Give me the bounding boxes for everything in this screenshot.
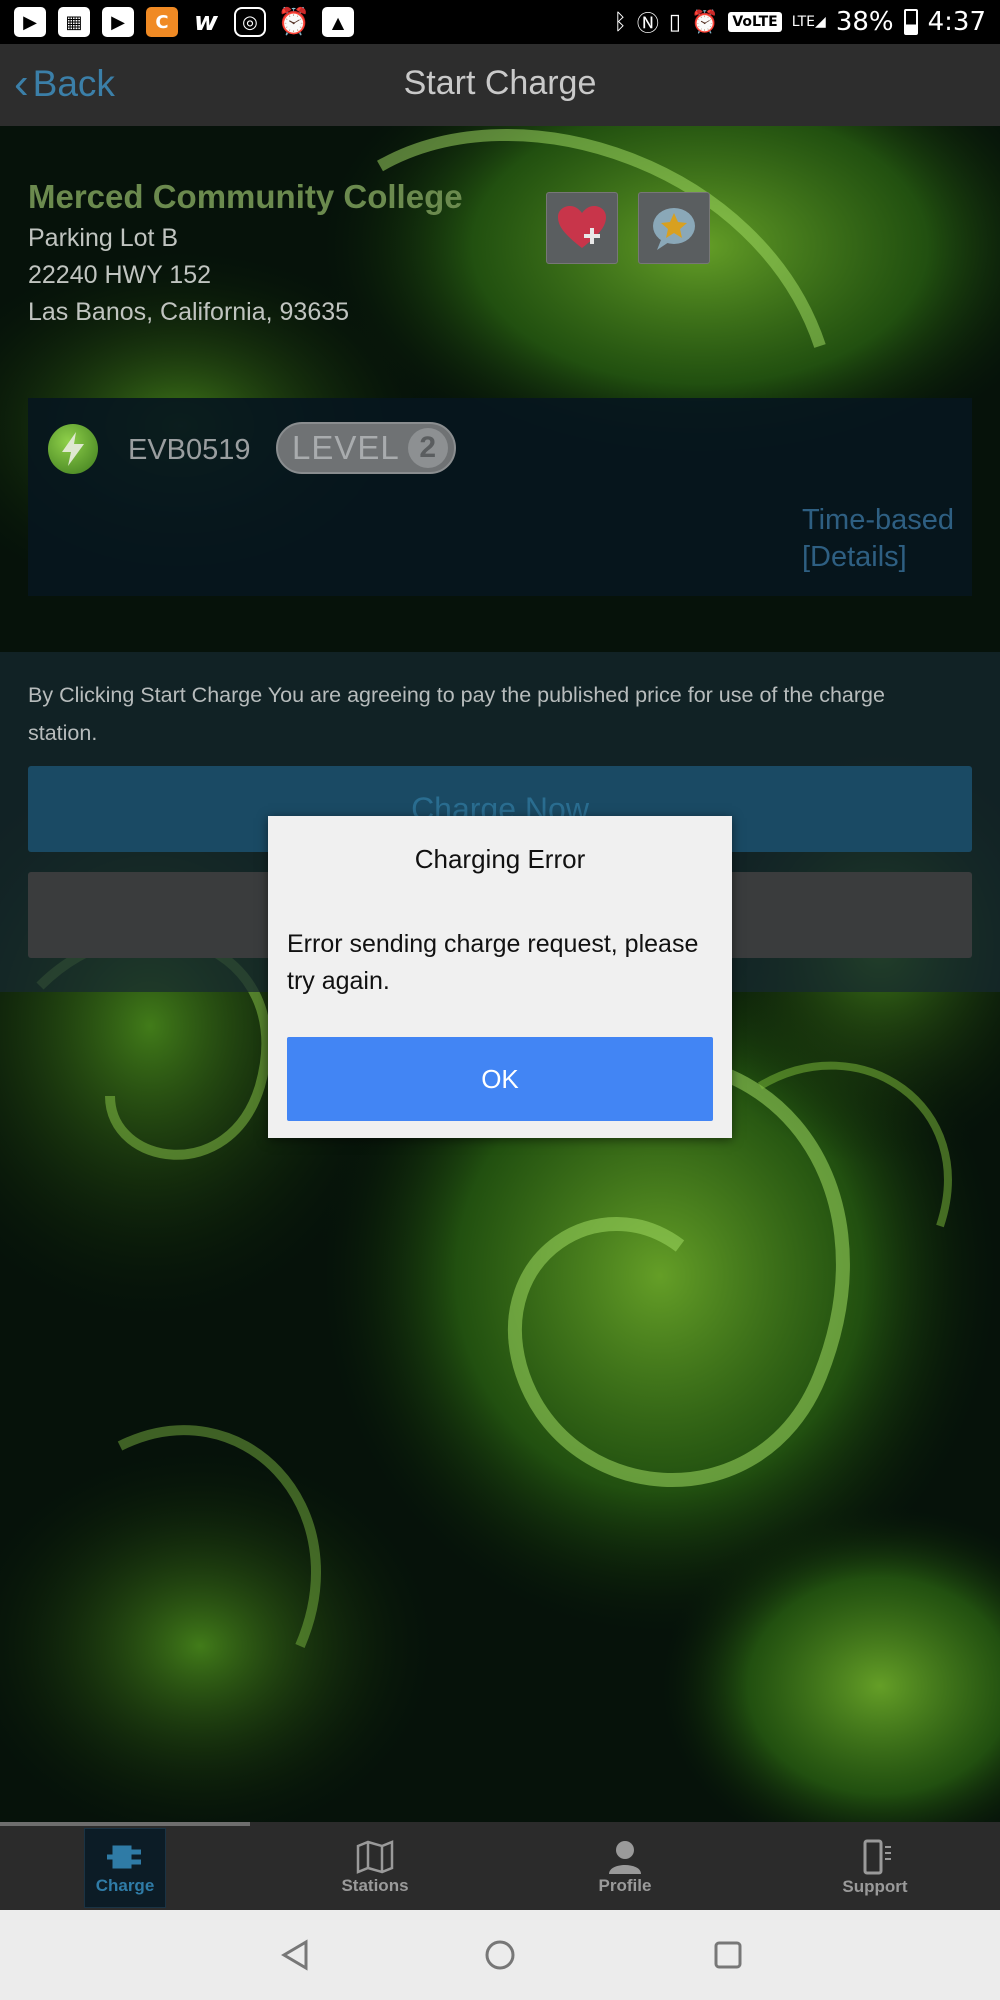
nav-home-button[interactable] xyxy=(477,1932,523,1978)
plug-icon xyxy=(107,1845,141,1869)
tab-label-profile: Profile xyxy=(598,1876,652,1895)
alarm-icon: ⏰ xyxy=(690,9,719,35)
tab-stations[interactable]: Stations xyxy=(250,1826,500,1910)
vibrate-icon: ▯ xyxy=(668,9,681,35)
clock: 4:37 xyxy=(927,7,986,37)
charge-app-icon: C xyxy=(146,7,178,37)
instagram-icon: ◎ xyxy=(234,7,266,37)
pricing-info: Time-based [Details] xyxy=(802,502,954,576)
battery-percent: 38% xyxy=(835,7,894,37)
nfc-icon: Ⓝ xyxy=(636,12,659,37)
person-icon xyxy=(609,1841,641,1874)
location-city: Las Banos, California, 93635 xyxy=(28,298,350,326)
page-title: Start Charge xyxy=(403,64,597,102)
dialog-message: Error sending charge request, please try… xyxy=(287,930,699,995)
star-bubble-icon xyxy=(653,208,695,250)
map-icon xyxy=(356,1840,394,1874)
phone-icon xyxy=(863,1839,891,1875)
error-dialog: Charging Error Error sending charge requ… xyxy=(268,816,732,1138)
tab-support[interactable]: Support xyxy=(750,1826,1000,1910)
pricing-type: Time-based xyxy=(801,504,954,536)
level-badge: LEVEL 2 xyxy=(276,422,456,474)
gallery-icon: ▲ xyxy=(322,7,354,37)
tab-label-stations: Stations xyxy=(341,1876,409,1895)
level-label: LEVEL xyxy=(292,429,400,466)
add-favorite-button[interactable] xyxy=(546,192,618,264)
station-id: EVB0519 xyxy=(128,434,251,466)
square-recents-icon xyxy=(714,1941,742,1969)
tab-charge[interactable]: Charge xyxy=(0,1826,250,1910)
tab-label-support: Support xyxy=(842,1877,908,1896)
signal-icon: LTE◢ xyxy=(791,14,826,30)
triangle-back-icon xyxy=(281,1939,308,1971)
system-nav-bar xyxy=(0,1910,1000,2000)
circle-home-icon xyxy=(485,1940,515,1970)
heart-plus-icon xyxy=(558,206,606,248)
system-status: ᛒ Ⓝ ▯ ⏰ VoLTE LTE◢ 38% 4:37 xyxy=(614,6,986,38)
agreement-text: By Clicking Start Charge You are agreein… xyxy=(28,683,885,745)
app-header: ‹ Back Start Charge xyxy=(0,44,1000,126)
level-number: 2 xyxy=(407,428,448,468)
nav-recents-button[interactable] xyxy=(705,1932,751,1978)
station-card: EVB0519 LEVEL 2 Time-based [Details] xyxy=(28,398,972,596)
bluetooth-icon: ᛒ xyxy=(613,9,627,35)
lightning-icon xyxy=(48,424,98,474)
bottom-tab-bar: Charge Stations Profile Support xyxy=(0,1822,1000,1910)
location-name: Merced Community College xyxy=(28,178,463,215)
location-street: 22240 HWY 152 xyxy=(28,261,211,289)
alarm-icon: ⏰ xyxy=(277,7,311,37)
nav-back-button[interactable] xyxy=(272,1932,318,1978)
tab-label-charge: Charge xyxy=(95,1876,155,1895)
location-lot: Parking Lot B xyxy=(28,224,179,252)
youtube-icon: ▶ xyxy=(102,7,134,37)
battery-icon xyxy=(903,9,918,35)
wish-icon: w xyxy=(193,7,219,37)
review-button[interactable] xyxy=(638,192,710,264)
details-link[interactable]: [Details] xyxy=(802,539,954,576)
status-bar: ▶ ▦ ▶ C w ◎ ⏰ ▲ ᛒ Ⓝ ▯ ⏰ VoLTE LTE◢ 38% 4… xyxy=(0,0,1000,44)
tab-profile[interactable]: Profile xyxy=(500,1826,750,1910)
notification-icons: ▶ ▦ ▶ C w ◎ ⏰ ▲ xyxy=(14,7,354,37)
volte-badge: VoLTE xyxy=(728,12,782,32)
qr-app-icon: ▦ xyxy=(58,7,90,37)
youtube-icon: ▶ xyxy=(14,7,46,37)
lte-label: LTE xyxy=(791,14,816,30)
ok-button[interactable]: OK xyxy=(287,1037,713,1121)
dialog-title: Charging Error xyxy=(414,844,586,874)
